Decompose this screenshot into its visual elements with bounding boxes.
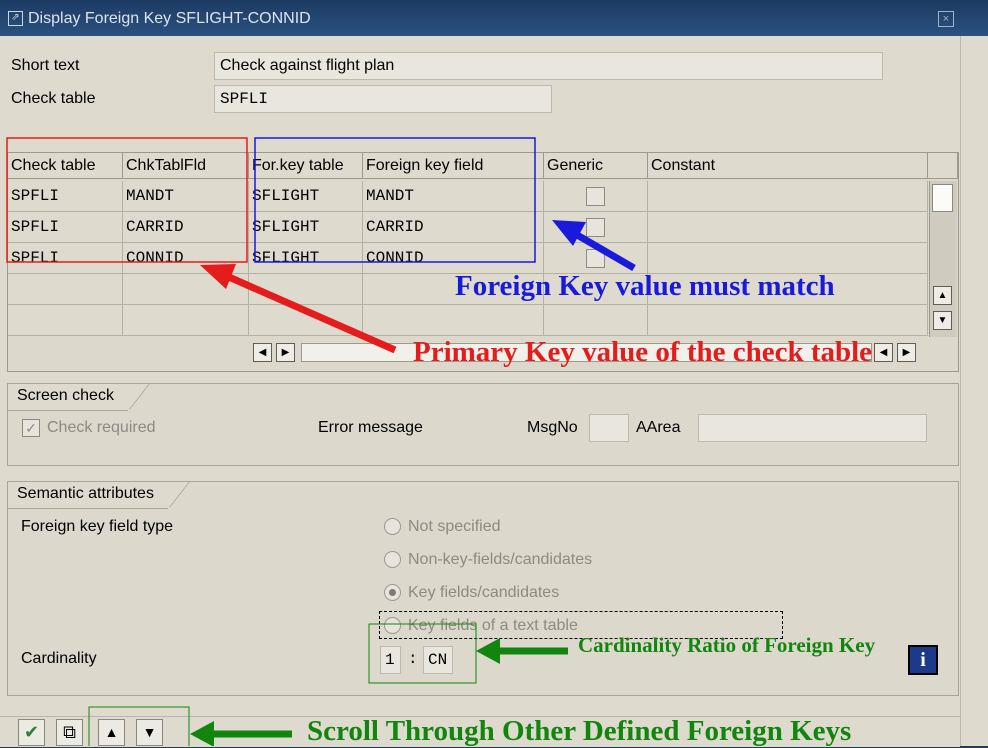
checkmark-icon[interactable]: ✔ — [18, 719, 45, 746]
scroll-left-icon[interactable]: ◀ — [253, 343, 272, 362]
column-header-check-table[interactable]: Check table — [8, 153, 123, 179]
table-cell[interactable]: CARRID — [363, 212, 544, 243]
radio-label: Key fields/candidates — [408, 584, 560, 601]
radio-label: Not specified — [408, 518, 501, 535]
info-icon[interactable]: i — [908, 645, 938, 675]
right-gutter — [960, 36, 988, 746]
column-header-constant[interactable]: Constant — [648, 153, 928, 179]
table-cell[interactable]: SPFLI — [8, 243, 123, 274]
window-title: Display Foreign Key SFLIGHT-CONNID — [28, 10, 311, 27]
column-settings-button[interactable] — [928, 153, 958, 179]
scroll-right-icon[interactable]: ▶ — [276, 343, 295, 362]
table-cell[interactable]: SPFLI — [8, 212, 123, 243]
column-header-foreign-key-field[interactable]: Foreign key field — [363, 153, 544, 179]
table-cell-empty[interactable] — [544, 305, 648, 336]
msgno-label: MsgNo — [527, 419, 578, 436]
table-cell-empty[interactable] — [123, 274, 249, 305]
table-cell[interactable]: MANDT — [363, 181, 544, 212]
table-cell[interactable]: MANDT — [123, 181, 249, 212]
table-cell-empty[interactable] — [123, 305, 249, 336]
check-required-label: Check required — [47, 419, 156, 436]
table-cell-empty[interactable] — [8, 305, 123, 336]
generic-checkbox[interactable] — [586, 187, 605, 206]
table-cell-empty[interactable] — [8, 274, 123, 305]
table-cell-empty[interactable] — [648, 305, 928, 336]
table-cell[interactable]: CARRID — [123, 212, 249, 243]
radio-not-specified[interactable] — [384, 518, 401, 535]
short-text-label: Short text — [11, 57, 80, 74]
table-cell-empty[interactable] — [249, 274, 363, 305]
table-cell-constant[interactable] — [648, 212, 928, 243]
radio-label: Key fields of a text table — [408, 617, 578, 634]
radio-non-key-fields[interactable] — [384, 551, 401, 568]
scroll-up-icon[interactable]: ▲ — [933, 286, 952, 305]
radio-label: Non-key-fields/candidates — [408, 551, 593, 568]
title-bar: ⇗ Display Foreign Key SFLIGHT-CONNID × — [0, 0, 988, 37]
short-text-field[interactable]: Check against flight plan — [214, 52, 883, 80]
copy-icon[interactable]: ⧉ — [56, 719, 83, 746]
generic-checkbox[interactable] — [586, 218, 605, 237]
aarea-field[interactable] — [698, 414, 927, 442]
aarea-label: AArea — [636, 419, 681, 436]
cardinality-left-field[interactable]: 1 — [380, 646, 401, 674]
table-cell-empty[interactable] — [249, 305, 363, 336]
scroll-right-icon-2[interactable]: ▶ — [897, 343, 916, 362]
msgno-field[interactable] — [589, 414, 629, 442]
table-cell[interactable]: CONNID — [123, 243, 249, 274]
close-icon[interactable]: × — [938, 11, 954, 27]
radio-text-table[interactable] — [384, 617, 401, 634]
table-cell[interactable]: SFLIGHT — [249, 212, 363, 243]
previous-key-icon[interactable]: ▲ — [98, 719, 125, 746]
check-table-field[interactable]: SPFLI — [214, 85, 552, 113]
column-header-forkey-table[interactable]: For.key table — [249, 153, 363, 179]
error-message-label: Error message — [318, 419, 423, 436]
cardinality-right-field[interactable]: CN — [423, 646, 453, 674]
table-cell[interactable]: SFLIGHT — [249, 181, 363, 212]
column-header-generic[interactable]: Generic — [544, 153, 648, 179]
scrollbar-thumb[interactable] — [932, 184, 953, 212]
table-cell[interactable]: SFLIGHT — [249, 243, 363, 274]
annotation-scroll: Scroll Through Other Defined Foreign Key… — [307, 715, 852, 747]
check-table-label: Check table — [11, 90, 96, 107]
screen-check-title: Screen check — [7, 383, 128, 411]
annotation-primary-key: Primary Key value of the check table — [413, 336, 873, 368]
radio-key-fields[interactable] — [384, 584, 401, 601]
cardinality-separator: : — [408, 650, 418, 668]
next-key-icon[interactable]: ▼ — [136, 719, 163, 746]
semantic-attributes-title: Semantic attributes — [7, 481, 168, 509]
scroll-left-icon-2[interactable]: ◀ — [874, 343, 893, 362]
check-required-checkbox[interactable]: ✓ — [22, 419, 40, 437]
cardinality-label: Cardinality — [21, 650, 97, 667]
table-cell-empty[interactable] — [363, 305, 544, 336]
fk-field-type-label: Foreign key field type — [21, 518, 174, 535]
scroll-down-icon[interactable]: ▼ — [933, 311, 952, 330]
generic-checkbox[interactable] — [586, 249, 605, 268]
annotation-cardinality: Cardinality Ratio of Foreign Key — [578, 633, 876, 657]
table-cell-constant[interactable] — [648, 181, 928, 212]
column-header-chktablfld[interactable]: ChkTablFld — [123, 153, 249, 179]
table-cell[interactable]: SPFLI — [8, 181, 123, 212]
window-menu-icon[interactable]: ⇗ — [8, 11, 23, 26]
dialog-window: ⇗ Display Foreign Key SFLIGHT-CONNID × S… — [0, 0, 988, 747]
annotation-foreign-key: Foreign Key value must match — [455, 270, 835, 302]
